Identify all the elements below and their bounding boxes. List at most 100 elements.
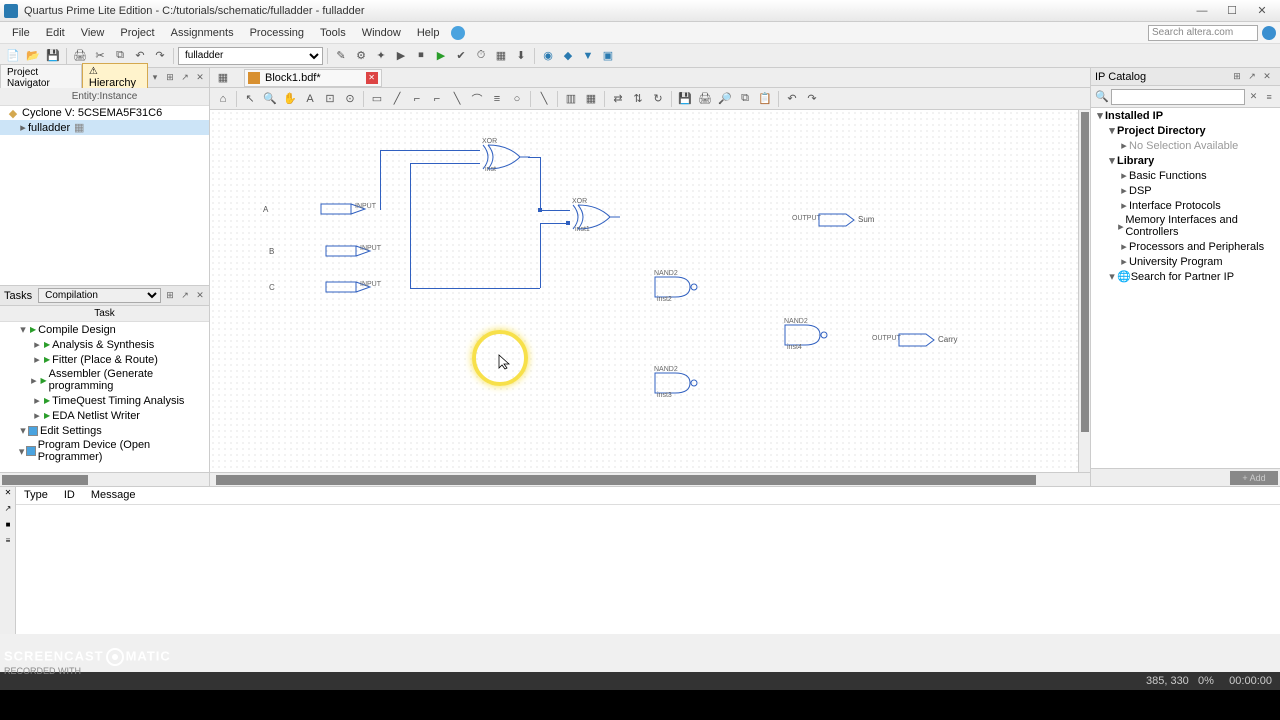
msg-tab-close-icon[interactable]: ✕ (1, 488, 15, 502)
panel-opt1-icon[interactable]: ▾ (148, 71, 162, 85)
panel-opt3-icon[interactable]: ↗ (178, 71, 192, 85)
pin-icon[interactable]: ⊙ (341, 90, 359, 108)
minimize-button[interactable]: — (1188, 2, 1216, 20)
conduit-icon[interactable]: ╲ (535, 90, 553, 108)
task-row[interactable]: ▾Program Device (Open Programmer) (0, 438, 209, 464)
ip-clear-icon[interactable]: ✕ (1247, 90, 1261, 104)
tasks-mode-dropdown[interactable]: Compilation (38, 288, 161, 303)
menu-file[interactable]: File (4, 25, 38, 41)
blue3-icon[interactable]: ▼ (579, 47, 597, 65)
msg-tab-filter-icon[interactable]: ≡ (1, 536, 15, 550)
close-button[interactable]: ✕ (1248, 2, 1276, 20)
new-file-icon[interactable]: 📄 (4, 47, 22, 65)
task-row[interactable]: ▾▶Compile Design (0, 322, 209, 337)
print2-icon[interactable]: 🖨 (696, 90, 714, 108)
copy-icon[interactable]: ⧉ (111, 47, 129, 65)
paste-icon[interactable]: 📋 (756, 90, 774, 108)
task-row[interactable]: ▾Edit Settings (0, 423, 209, 438)
search-input[interactable] (1148, 25, 1258, 41)
stop-icon[interactable]: ⏹ (412, 47, 430, 65)
ip-opt2-icon[interactable]: ↗ (1245, 70, 1259, 84)
msg-tab-expand-icon[interactable]: ↗ (1, 504, 15, 518)
ip-tree-item[interactable]: ▾Installed IP (1091, 108, 1280, 123)
tasks-opt2-icon[interactable]: ↗ (178, 289, 192, 303)
menu-window[interactable]: Window (354, 25, 409, 41)
compile-icon[interactable]: ▶ (392, 47, 410, 65)
ip-opt1-icon[interactable]: ⊞ (1230, 70, 1244, 84)
entity-node[interactable]: ▸ fulladder ▦ (0, 120, 209, 135)
tasks-opt1-icon[interactable]: ⊞ (163, 289, 177, 303)
ip-tree-item[interactable]: ▸DSP (1091, 183, 1280, 198)
nav-icon[interactable]: ✦ (372, 47, 390, 65)
menu-project[interactable]: Project (112, 25, 162, 41)
rubber-icon[interactable]: ▦ (582, 90, 600, 108)
blue2-icon[interactable]: ◆ (559, 47, 577, 65)
tasks-close-icon[interactable]: ✕ (193, 289, 207, 303)
oval-icon[interactable]: ○ (508, 90, 526, 108)
undo2-icon[interactable]: ↶ (783, 90, 801, 108)
blue4-icon[interactable]: ▣ (599, 47, 617, 65)
analyze-icon[interactable]: ✔ (452, 47, 470, 65)
chip-icon[interactable]: ▦ (492, 47, 510, 65)
hand-icon[interactable]: ✋ (281, 90, 299, 108)
ip-tree-item[interactable]: ▸No Selection Available (1091, 138, 1280, 153)
arc-icon[interactable]: ⌒ (468, 90, 486, 108)
print-icon[interactable]: 🖨 (71, 47, 89, 65)
ip-tree-item[interactable]: ▸Basic Functions (1091, 168, 1280, 183)
task-row[interactable]: ▸▶Analysis & Synthesis (0, 337, 209, 352)
file-tab-new-icon[interactable]: ▦ (214, 69, 232, 87)
flip-h-icon[interactable]: ⇄ (609, 90, 627, 108)
output-carry-pin[interactable] (898, 333, 938, 347)
wand-icon[interactable]: ✎ (332, 47, 350, 65)
home-icon[interactable]: ⌂ (214, 90, 232, 108)
settings-icon[interactable]: ⚙ (352, 47, 370, 65)
menu-assignments[interactable]: Assignments (163, 25, 242, 41)
menu-edit[interactable]: Edit (38, 25, 73, 41)
panel-close-icon[interactable]: ✕ (193, 71, 207, 85)
ip-menu-icon[interactable]: ≡ (1262, 90, 1276, 104)
bus-icon[interactable]: ≡ (488, 90, 506, 108)
partial-icon[interactable]: ▥ (562, 90, 580, 108)
ip-tree-item[interactable]: ▸Memory Interfaces and Controllers (1091, 213, 1280, 239)
line1-icon[interactable]: ╱ (388, 90, 406, 108)
menu-tools[interactable]: Tools (312, 25, 354, 41)
task-row[interactable]: ▸▶EDA Netlist Writer (0, 408, 209, 423)
ip-tree-item[interactable]: ▸University Program (1091, 254, 1280, 269)
ip-add-button[interactable]: + Add (1230, 471, 1278, 485)
ip-close-icon[interactable]: ✕ (1260, 70, 1274, 84)
menu-processing[interactable]: Processing (242, 25, 312, 41)
symbol-icon[interactable]: ⊡ (321, 90, 339, 108)
ip-tree-item[interactable]: ▾Project Directory (1091, 123, 1280, 138)
save-icon[interactable]: 💾 (44, 47, 62, 65)
globe-icon[interactable] (1262, 26, 1276, 40)
device-node[interactable]: ◆ Cyclone V: 5CSEMA5F31C6 (0, 106, 209, 120)
ip-tree-item[interactable]: ▸Processors and Peripherals (1091, 239, 1280, 254)
left-hscroll[interactable] (0, 472, 209, 486)
rotate-icon[interactable]: ↻ (649, 90, 667, 108)
line3-icon[interactable]: ⌐ (428, 90, 446, 108)
redo2-icon[interactable]: ↷ (803, 90, 821, 108)
output-sum-pin[interactable] (818, 213, 858, 227)
msg-tab-all-icon[interactable]: ■ (1, 520, 15, 534)
diag-icon[interactable]: ╲ (448, 90, 466, 108)
help-icon[interactable] (451, 26, 465, 40)
zoom-icon[interactable]: 🔍 (261, 90, 279, 108)
canvas-hscroll[interactable] (210, 472, 1090, 486)
pointer-icon[interactable]: ↖ (241, 90, 259, 108)
copy2-icon[interactable]: ⧉ (736, 90, 754, 108)
canvas-vscroll[interactable] (1078, 110, 1090, 472)
rect-icon[interactable]: ▭ (368, 90, 386, 108)
undo-icon[interactable]: ↶ (131, 47, 149, 65)
file-tab-close-icon[interactable]: ✕ (366, 72, 378, 84)
task-row[interactable]: ▸▶Assembler (Generate programming (0, 367, 209, 393)
programmer-icon[interactable]: ⬇ (512, 47, 530, 65)
task-row[interactable]: ▸▶TimeQuest Timing Analysis (0, 393, 209, 408)
ip-search-input[interactable] (1111, 89, 1245, 105)
menu-view[interactable]: View (73, 25, 113, 41)
task-row[interactable]: ▸▶Fitter (Place & Route) (0, 352, 209, 367)
menu-help[interactable]: Help (409, 25, 448, 41)
redo-icon[interactable]: ↷ (151, 47, 169, 65)
entity-dropdown[interactable]: fulladder (178, 47, 323, 65)
open-icon[interactable]: 📂 (24, 47, 42, 65)
ip-tree-item[interactable]: ▸Interface Protocols (1091, 198, 1280, 213)
